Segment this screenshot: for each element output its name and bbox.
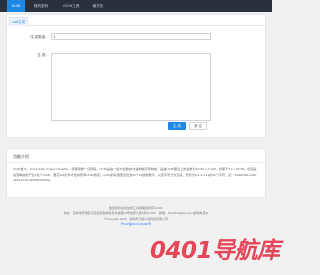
uuid-tool-card: uuid生成 *生成数量： 1 生 成： 生 成 清 空 — [6, 14, 266, 138]
tool-tabs: uuid生成 — [7, 15, 266, 26]
tab-uuid-generate[interactable]: uuid生成 — [9, 17, 28, 26]
watermark-logo: 0401导航库 — [150, 238, 280, 264]
count-input[interactable]: 1 — [51, 33, 211, 40]
result-textarea[interactable] — [51, 53, 211, 121]
clear-button[interactable]: 清 空 — [189, 122, 207, 130]
nav-item-json[interactable]: JSON工具 — [58, 0, 84, 12]
top-navbar: UUID 随机密码 JSON工具 格式化 — [0, 0, 272, 12]
info-divider — [7, 162, 266, 163]
info-description: UUID含义：Universally Unique Identifier，即通用… — [13, 167, 258, 183]
nav-item-uuid[interactable]: UUID — [7, 0, 25, 12]
info-title: 功能介绍 — [13, 154, 29, 159]
generate-button[interactable]: 生 成 — [168, 122, 186, 130]
footer: 独创所有在线生成工具网版权所有©2021 地址：深圳市罗湖区东晓街道独秀社区布吉… — [0, 206, 272, 227]
result-label: 生 成： — [37, 53, 49, 57]
count-label-wrap: *生成数量： — [21, 35, 49, 40]
beian-link[interactable]: 粤ICP备2021109206号 — [0, 222, 272, 227]
info-card: 功能介绍 UUID含义：Universally Unique Identifie… — [6, 148, 266, 198]
nav-item-password[interactable]: 随机密码 — [30, 0, 52, 12]
count-label: 生成数量： — [31, 34, 49, 39]
nav-item-format[interactable]: 格式化 — [88, 0, 108, 12]
